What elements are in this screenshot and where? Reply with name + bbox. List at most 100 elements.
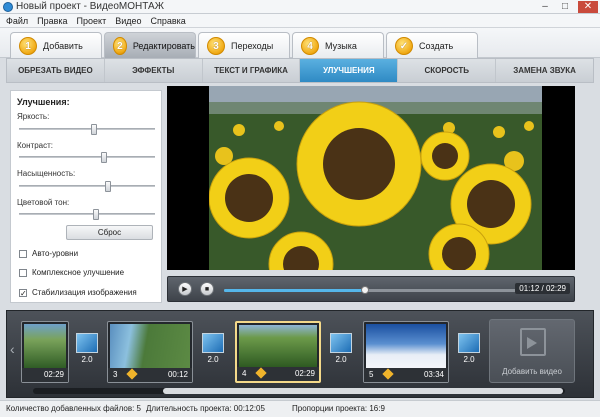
tab-trim-video[interactable]: ОБРЕЗАТЬ ВИДЕО: [7, 59, 105, 82]
saturation-slider[interactable]: [19, 181, 155, 192]
stabilization-option[interactable]: ✓ Стабилизация изображения: [19, 288, 137, 297]
contrast-slider[interactable]: [19, 152, 155, 163]
time-readout: 01:12 / 02:29: [515, 283, 570, 294]
close-button[interactable]: ✕: [578, 1, 598, 13]
step-transitions[interactable]: 3 Переходы: [198, 32, 290, 58]
preview-frame: [209, 86, 542, 270]
transition-icon: [330, 333, 352, 353]
enhancements-panel: Улучшения: Яркость: Контраст: Насыщеннос…: [10, 90, 162, 303]
clip-number: 4: [242, 369, 247, 378]
step-label: Переходы: [231, 40, 274, 51]
checkmark-icon: ✓: [395, 36, 413, 55]
auto-levels-label: Авто-уровни: [32, 249, 79, 258]
seek-thumb[interactable]: [361, 286, 369, 294]
transition-duration: 2.0: [207, 355, 219, 364]
edit-pencil-icon[interactable]: [126, 368, 138, 380]
step-number-badge: 3: [207, 36, 225, 55]
tab-enhancements[interactable]: УЛУЧШЕНИЯ: [300, 59, 399, 82]
window-title: Новый проект - ВидеоМОНТАЖ: [16, 1, 164, 12]
player-controls: ▶ ■ 01:12 / 02:29: [167, 276, 575, 302]
auto-levels-option[interactable]: Авто-уровни: [19, 249, 78, 258]
step-number-badge: 1: [19, 36, 37, 55]
step-add[interactable]: 1 Добавить: [10, 32, 102, 58]
transition-icon: [202, 333, 224, 353]
tab-replace-audio[interactable]: ЗАМЕНА ЗВУКА: [496, 59, 593, 82]
seek-bar[interactable]: [224, 286, 518, 294]
step-label: Добавить: [43, 40, 83, 51]
hue-slider[interactable]: [19, 209, 155, 220]
slider-thumb[interactable]: [93, 209, 99, 220]
brightness-label: Яркость:: [17, 112, 50, 121]
edit-pencil-icon[interactable]: [382, 368, 394, 380]
transition-icon: [458, 333, 480, 353]
chevron-left-icon[interactable]: ‹: [10, 341, 15, 357]
step-tabs: 1 Добавить 2 Редактировать 3 Переходы 4 …: [0, 28, 600, 58]
tab-speed[interactable]: СКОРОСТЬ: [398, 59, 497, 82]
clip-number: 5: [369, 370, 374, 379]
stabilization-checkbox[interactable]: ✓: [19, 288, 27, 297]
transition[interactable]: 2.0: [327, 333, 355, 371]
maximize-button[interactable]: □: [558, 1, 572, 13]
transition-icon: [76, 333, 98, 353]
timeline: ‹ 02:29 2.0 3 00:12 2.0 4 02:29 2.0 5 03…: [6, 310, 594, 398]
tab-effects[interactable]: ЭФФЕКТЫ: [105, 59, 203, 82]
add-video-button[interactable]: Добавить видео: [489, 319, 575, 383]
transition-duration: 2.0: [463, 355, 475, 364]
clip-thumbnail-selected[interactable]: 4 02:29: [235, 321, 321, 383]
title-bar: Новый проект - ВидеоМОНТАЖ – □ ✕: [0, 0, 600, 14]
slider-thumb[interactable]: [105, 181, 111, 192]
transition-duration: 2.0: [81, 355, 93, 364]
step-edit[interactable]: 2 Редактировать: [104, 32, 196, 58]
video-preview: [167, 86, 575, 270]
menu-file[interactable]: Файл: [6, 14, 28, 27]
status-bar: Количество добавленных файлов: 5 Длитель…: [0, 400, 600, 417]
edit-pencil-icon[interactable]: [255, 367, 267, 379]
slider-thumb[interactable]: [91, 124, 97, 135]
step-label: Создать: [419, 40, 454, 51]
step-label: Музыка: [325, 40, 357, 51]
stop-button[interactable]: ■: [200, 282, 214, 296]
saturation-label: Насыщенность:: [17, 169, 76, 178]
clip-thumbnail[interactable]: 3 00:12: [107, 321, 193, 383]
transition[interactable]: 2.0: [455, 333, 483, 371]
step-number-badge: 4: [301, 36, 319, 55]
clip-thumbnail[interactable]: 02:29: [21, 321, 69, 383]
transition[interactable]: 2.0: [199, 333, 227, 371]
timeline-scrollbar[interactable]: [33, 388, 565, 394]
clip-duration: 03:34: [423, 370, 444, 379]
menu-edit[interactable]: Правка: [37, 14, 67, 27]
transition[interactable]: 2.0: [73, 333, 101, 371]
scrollbar-thumb[interactable]: [163, 388, 563, 394]
step-number-badge: 2: [113, 36, 127, 55]
menu-project[interactable]: Проект: [77, 14, 107, 27]
menu-video[interactable]: Видео: [115, 14, 141, 27]
contrast-label: Контраст:: [17, 141, 53, 150]
brightness-slider[interactable]: [19, 124, 155, 135]
clip-image: [24, 324, 66, 368]
app-logo-icon: [3, 2, 13, 12]
complex-enhance-label: Комплексное улучшение: [32, 268, 125, 277]
clip-image: [366, 324, 446, 368]
tab-text-graphics[interactable]: ТЕКСТ И ГРАФИКА: [203, 59, 301, 82]
slider-thumb[interactable]: [101, 152, 107, 163]
edit-subtabs: ОБРЕЗАТЬ ВИДЕО ЭФФЕКТЫ ТЕКСТ И ГРАФИКА У…: [6, 58, 594, 83]
transition-duration: 2.0: [335, 355, 347, 364]
minimize-button[interactable]: –: [538, 1, 552, 13]
complex-enhance-option[interactable]: Комплексное улучшение: [19, 268, 124, 277]
play-button[interactable]: ▶: [178, 282, 192, 296]
menu-help[interactable]: Справка: [151, 14, 186, 27]
hue-label: Цветовой тон:: [17, 198, 70, 207]
auto-levels-checkbox[interactable]: [19, 249, 27, 258]
sunflower-field-image: [209, 86, 542, 270]
step-create[interactable]: ✓ Создать: [386, 32, 478, 58]
step-label: Редактировать: [132, 40, 195, 51]
stabilization-label: Стабилизация изображения: [32, 288, 137, 297]
reset-button[interactable]: Сброс: [66, 225, 153, 240]
files-count: Количество добавленных файлов: 5: [6, 404, 141, 413]
clip-image: [239, 325, 317, 367]
complex-enhance-checkbox[interactable]: [19, 268, 27, 277]
panel-title: Улучшения:: [17, 97, 70, 107]
step-music[interactable]: 4 Музыка: [292, 32, 384, 58]
clip-thumbnail[interactable]: 5 03:34: [363, 321, 449, 383]
clip-duration: 02:29: [43, 370, 64, 379]
